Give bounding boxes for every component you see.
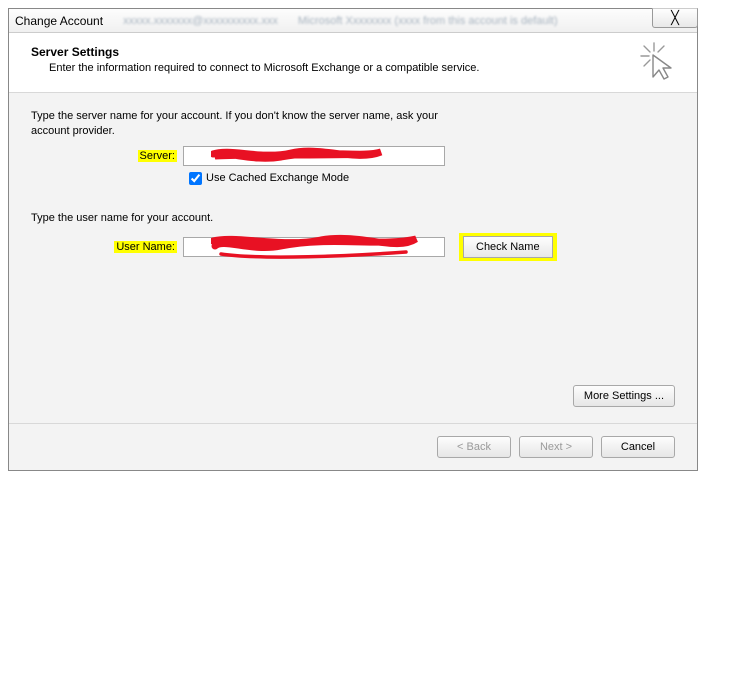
cached-mode-checkbox[interactable] (189, 172, 202, 185)
content-area: Type the server name for your account. I… (9, 93, 697, 423)
change-account-dialog: Change Account xxxxx.xxxxxxx@xxxxxxxxxx.… (8, 8, 698, 471)
click-cursor-icon (639, 41, 679, 81)
titlebar: Change Account xxxxx.xxxxxxx@xxxxxxxxxx.… (9, 9, 697, 33)
cancel-button[interactable]: Cancel (601, 436, 675, 458)
header-subheading: Enter the information required to connec… (49, 62, 677, 74)
server-label: Server: (31, 150, 183, 162)
header-area: Server Settings Enter the information re… (9, 33, 697, 93)
footer-area: < Back Next > Cancel (9, 423, 697, 470)
back-button[interactable]: < Back (437, 436, 511, 458)
blurred-subtitle: Microsoft Xxxxxxxx (xxxx from this accou… (298, 15, 558, 27)
check-name-button[interactable]: Check Name (463, 236, 553, 258)
window-title: Change Account (15, 14, 103, 28)
user-instruction: Type the user name for your account. (31, 211, 451, 226)
server-instruction: Type the server name for your account. I… (31, 109, 451, 140)
blurred-email: xxxxx.xxxxxxx@xxxxxxxxxx.xxx (123, 15, 278, 27)
header-heading: Server Settings (31, 45, 677, 59)
user-name-input[interactable] (183, 237, 445, 257)
server-input[interactable] (183, 146, 445, 166)
more-settings-button[interactable]: More Settings ... (573, 385, 675, 407)
cached-mode-label: Use Cached Exchange Mode (206, 172, 349, 184)
next-button[interactable]: Next > (519, 436, 593, 458)
user-name-label: User Name: (31, 241, 183, 253)
close-button[interactable]: ╳ (652, 8, 698, 28)
